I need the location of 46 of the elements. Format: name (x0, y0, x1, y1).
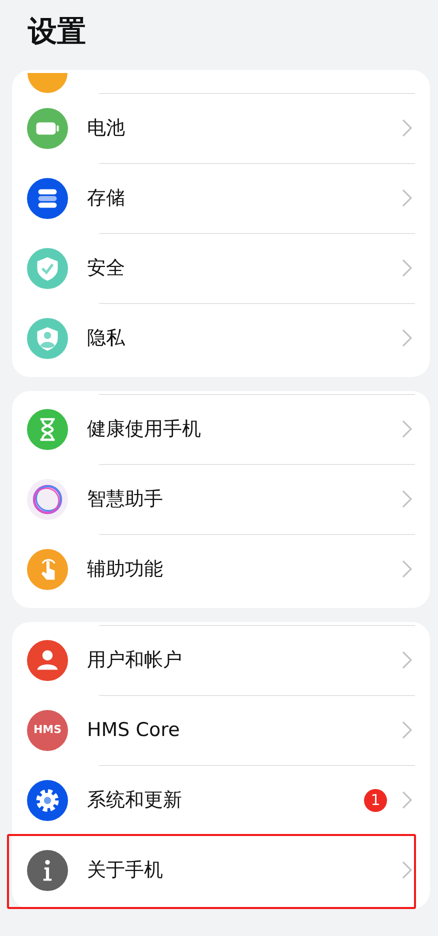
chevron-icon (402, 721, 412, 739)
item-label: 存储 (87, 186, 126, 211)
settings-item[interactable]: HMS HMS Core (12, 695, 430, 765)
page-title: 设置 (26, 13, 87, 50)
item-label: 健康使用手机 (87, 416, 202, 442)
item-label: 关于手机 (87, 858, 164, 883)
settings-item[interactable]: 用户和帐户 (12, 625, 430, 695)
item-label: 隐私 (87, 326, 126, 351)
battery-icon (27, 108, 68, 148)
item-label: 系统和更新 (87, 788, 183, 813)
shield-person-icon (27, 318, 68, 358)
settings-item[interactable]: 辅助功能 (12, 534, 430, 604)
settings-item[interactable]: 智慧助手 (12, 464, 430, 534)
settings-item[interactable]: 健康使用手机 (12, 394, 430, 464)
item-label: HMS Core (87, 718, 181, 743)
chevron-icon (402, 189, 412, 207)
item-label: 安全 (87, 256, 126, 281)
settings-item[interactable]: 隐私 (12, 303, 430, 373)
item-label: 电池 (87, 116, 126, 141)
settings-item[interactable]: 电池 (12, 93, 430, 163)
chevron-icon (402, 329, 412, 347)
settings-item[interactable]: 关于手机 (12, 835, 430, 905)
ring-icon (27, 478, 68, 520)
gear-icon (27, 780, 68, 820)
person-icon (27, 640, 68, 680)
info-icon (27, 850, 68, 890)
chevron-icon (402, 861, 412, 879)
chevron-icon (402, 259, 412, 277)
logo-icon: HMS (27, 710, 68, 750)
chevron-icon (402, 420, 412, 438)
finger-tap-icon (27, 548, 68, 590)
settings-item[interactable]: 存储 (12, 163, 430, 233)
chevron-icon (402, 560, 412, 578)
item-label: 智慧助手 (87, 486, 164, 512)
item-label: 用户和帐户 (87, 648, 183, 673)
settings-item[interactable]: 系统和更新 1 (12, 765, 430, 835)
settings-item[interactable]: 安全 (12, 233, 430, 303)
chevron-icon (402, 119, 412, 137)
notification-badge: 1 (364, 788, 387, 812)
chevron-icon (402, 791, 412, 809)
storage-icon (27, 178, 68, 218)
item-label: 辅助功能 (87, 556, 164, 582)
hourglass-icon (27, 408, 68, 450)
chevron-icon (402, 651, 412, 669)
shield-check-icon (27, 248, 68, 288)
chevron-icon (402, 490, 412, 508)
